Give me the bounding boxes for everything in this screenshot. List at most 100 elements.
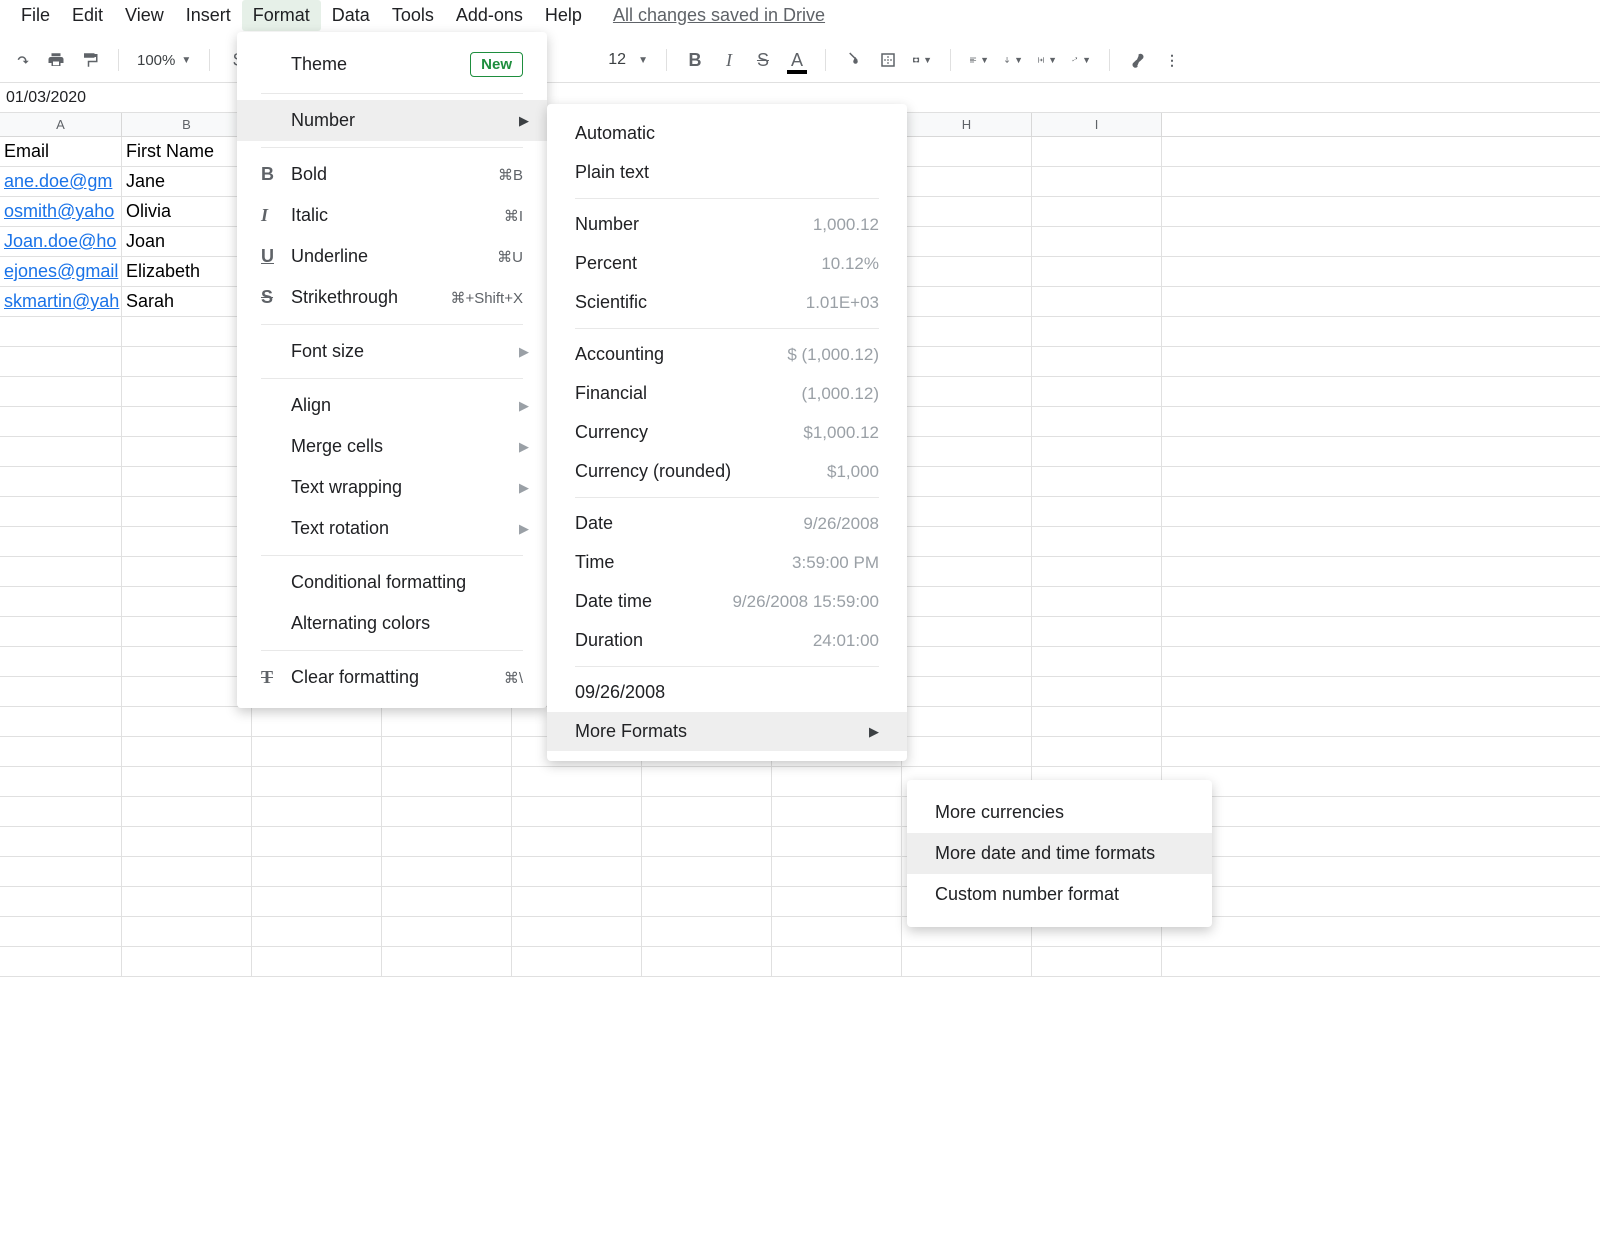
cell[interactable]: Elizabeth bbox=[122, 257, 252, 286]
cell[interactable] bbox=[772, 857, 902, 886]
cell[interactable] bbox=[1032, 437, 1162, 466]
number-custom-date-sample[interactable]: 09/26/2008 bbox=[547, 673, 907, 712]
cell[interactable] bbox=[122, 587, 252, 616]
cell[interactable] bbox=[0, 947, 122, 976]
cell[interactable] bbox=[0, 707, 122, 736]
cell[interactable] bbox=[122, 947, 252, 976]
menu-file[interactable]: File bbox=[10, 0, 61, 31]
cell[interactable] bbox=[1032, 647, 1162, 676]
cell[interactable] bbox=[1032, 377, 1162, 406]
cell[interactable] bbox=[1032, 257, 1162, 286]
cell[interactable] bbox=[642, 857, 772, 886]
cell[interactable]: Olivia bbox=[122, 197, 252, 226]
cell[interactable] bbox=[902, 587, 1032, 616]
cell[interactable] bbox=[122, 377, 252, 406]
cell[interactable] bbox=[382, 887, 512, 916]
cell[interactable] bbox=[902, 347, 1032, 376]
menu-number[interactable]: Number ▶ bbox=[237, 100, 547, 141]
cell[interactable]: First Name bbox=[122, 137, 252, 166]
menu-conditional-formatting[interactable]: Conditional formatting bbox=[237, 562, 547, 603]
cell[interactable] bbox=[642, 827, 772, 856]
cell[interactable] bbox=[252, 707, 382, 736]
cell[interactable] bbox=[0, 317, 122, 346]
cell[interactable] bbox=[1032, 497, 1162, 526]
cell[interactable] bbox=[0, 437, 122, 466]
cell[interactable] bbox=[0, 737, 122, 766]
cell[interactable] bbox=[1032, 167, 1162, 196]
more-currencies[interactable]: More currencies bbox=[907, 792, 1212, 833]
cell[interactable] bbox=[0, 467, 122, 496]
cell[interactable] bbox=[902, 737, 1032, 766]
cell[interactable] bbox=[382, 797, 512, 826]
cell[interactable] bbox=[122, 767, 252, 796]
text-rotation-icon[interactable]: ▼ bbox=[1071, 50, 1091, 70]
cell[interactable] bbox=[1032, 677, 1162, 706]
cell[interactable] bbox=[122, 917, 252, 946]
cell[interactable] bbox=[122, 437, 252, 466]
cell[interactable] bbox=[512, 887, 642, 916]
column-header[interactable]: B bbox=[122, 113, 252, 136]
cell[interactable] bbox=[902, 257, 1032, 286]
more-date-time-formats[interactable]: More date and time formats bbox=[907, 833, 1212, 874]
cell[interactable] bbox=[642, 767, 772, 796]
cell[interactable] bbox=[902, 167, 1032, 196]
cell[interactable] bbox=[122, 557, 252, 586]
menu-text-rotation[interactable]: Text rotation ▶ bbox=[237, 508, 547, 549]
redo-icon[interactable] bbox=[12, 50, 32, 70]
cell[interactable] bbox=[382, 857, 512, 886]
cell[interactable] bbox=[122, 827, 252, 856]
cell[interactable] bbox=[902, 497, 1032, 526]
cell[interactable] bbox=[122, 497, 252, 526]
cell[interactable] bbox=[902, 617, 1032, 646]
cell[interactable] bbox=[252, 887, 382, 916]
cell[interactable] bbox=[382, 767, 512, 796]
menu-edit[interactable]: Edit bbox=[61, 0, 114, 31]
cell[interactable] bbox=[1032, 467, 1162, 496]
cell[interactable] bbox=[1032, 557, 1162, 586]
menu-font-size[interactable]: Font size ▶ bbox=[237, 331, 547, 372]
cell[interactable]: Joan.doe@ho bbox=[0, 227, 122, 256]
menu-theme[interactable]: Theme New bbox=[237, 42, 547, 87]
cell[interactable] bbox=[0, 587, 122, 616]
cell[interactable] bbox=[902, 317, 1032, 346]
cell[interactable] bbox=[0, 647, 122, 676]
cell[interactable] bbox=[902, 557, 1032, 586]
cell[interactable] bbox=[122, 617, 252, 646]
cell[interactable] bbox=[1032, 617, 1162, 646]
cell[interactable] bbox=[512, 767, 642, 796]
cell[interactable] bbox=[1032, 707, 1162, 736]
cell[interactable] bbox=[902, 647, 1032, 676]
cell[interactable] bbox=[0, 347, 122, 376]
print-icon[interactable] bbox=[46, 50, 66, 70]
save-status[interactable]: All changes saved in Drive bbox=[613, 5, 825, 26]
cell[interactable] bbox=[0, 407, 122, 436]
cell[interactable]: Email bbox=[0, 137, 122, 166]
number-plain-text[interactable]: Plain text bbox=[547, 153, 907, 192]
cell[interactable] bbox=[902, 407, 1032, 436]
cell[interactable] bbox=[382, 947, 512, 976]
text-color-icon[interactable]: A bbox=[787, 50, 807, 70]
number-number[interactable]: Number1,000.12 bbox=[547, 205, 907, 244]
cell[interactable] bbox=[1032, 947, 1162, 976]
cell[interactable] bbox=[1032, 737, 1162, 766]
cell[interactable] bbox=[512, 917, 642, 946]
cell[interactable] bbox=[1032, 407, 1162, 436]
menu-data[interactable]: Data bbox=[321, 0, 381, 31]
cell[interactable] bbox=[772, 827, 902, 856]
cell[interactable] bbox=[382, 707, 512, 736]
merge-icon[interactable]: ▼ bbox=[912, 50, 932, 70]
cell[interactable] bbox=[252, 797, 382, 826]
menu-clear-formatting[interactable]: T Clear formatting ⌘\ bbox=[237, 657, 547, 698]
cell[interactable] bbox=[382, 917, 512, 946]
cell[interactable] bbox=[902, 227, 1032, 256]
paint-format-icon[interactable] bbox=[80, 50, 100, 70]
menu-underline[interactable]: U Underline ⌘U bbox=[237, 236, 547, 277]
cell[interactable] bbox=[642, 947, 772, 976]
cell[interactable] bbox=[642, 797, 772, 826]
menu-text-wrapping[interactable]: Text wrapping ▶ bbox=[237, 467, 547, 508]
cell[interactable] bbox=[382, 737, 512, 766]
number-currency-rounded[interactable]: Currency (rounded)$1,000 bbox=[547, 452, 907, 491]
menu-bold[interactable]: B Bold ⌘B bbox=[237, 154, 547, 195]
column-header[interactable]: I bbox=[1032, 113, 1162, 136]
cell[interactable] bbox=[902, 287, 1032, 316]
